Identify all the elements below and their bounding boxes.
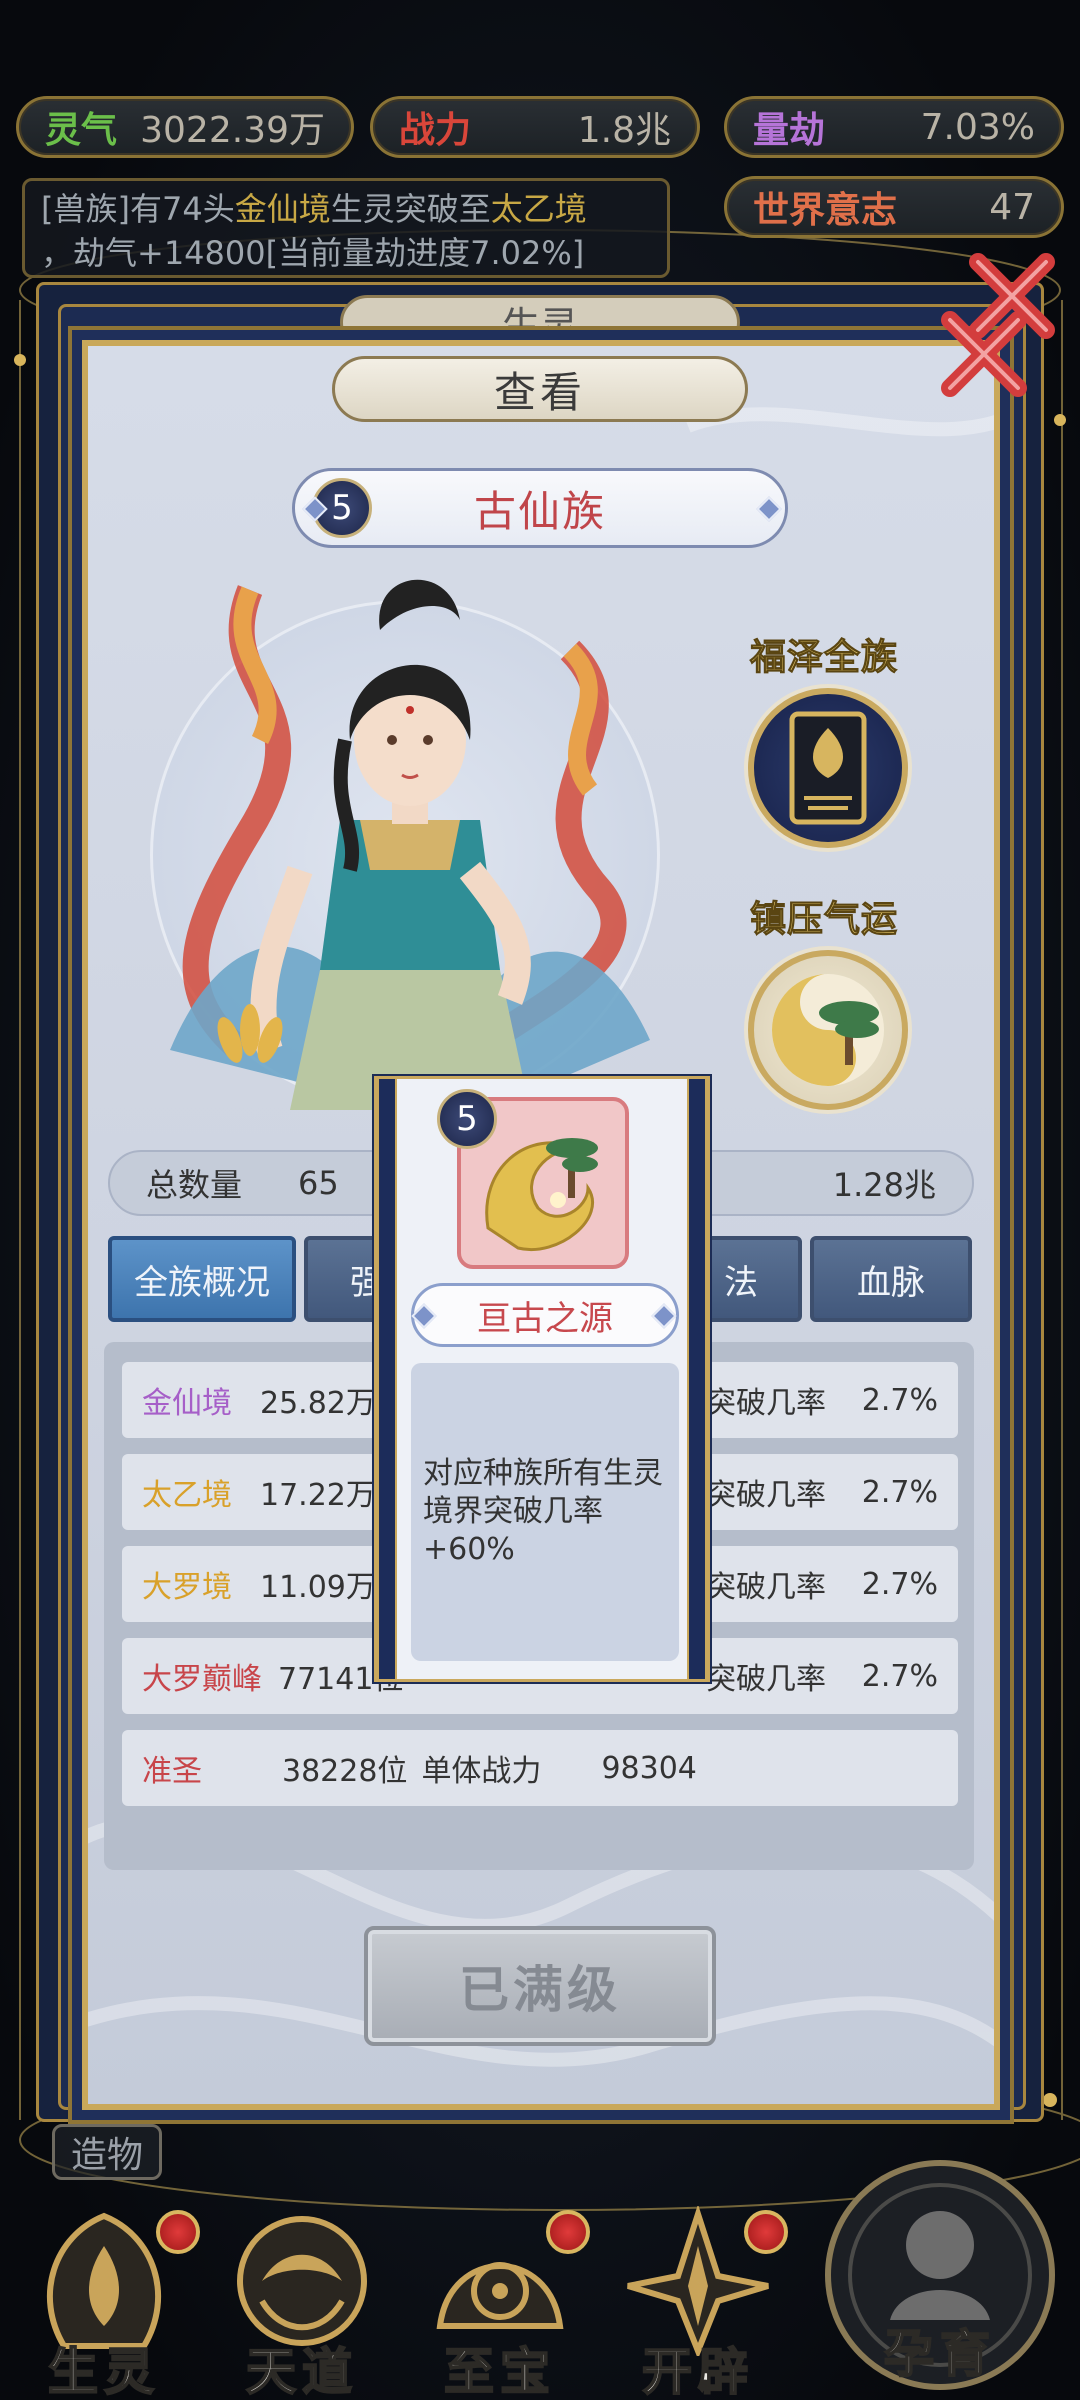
zhanli-stat: 战力 1.8兆 (370, 96, 700, 158)
popup-left-border (377, 1079, 397, 1679)
notice-prefix: [兽族]有74头 (41, 190, 235, 228)
rate-label: 突破几率 (706, 1662, 826, 1697)
lingqi-value: 3022.39万 (140, 110, 325, 151)
tab-bloodline[interactable]: 血脉 (810, 1236, 972, 1322)
notification-dot (156, 2210, 200, 2254)
rate-value: 2.7% (861, 1474, 938, 1510)
lingqi-stat: 灵气 3022.39万 (16, 96, 354, 158)
side-tag-zaowu[interactable]: 造物 (52, 2124, 162, 2180)
nav-label: 天道 (245, 2342, 358, 2400)
skill-zhenya-medal[interactable] (748, 950, 908, 1110)
event-notice: [兽族]有74头金仙境生灵突破至太乙境 ，劫气+14800[当前量劫进度7.02… (22, 178, 670, 278)
rate-value: 2.7% (861, 1566, 938, 1602)
nav-label: 至宝 (443, 2342, 556, 2400)
skill-fuze-medal[interactable] (748, 688, 908, 848)
close-icon[interactable] (936, 306, 1032, 402)
notice-realm-to: 太乙境 (490, 190, 587, 228)
character-portrait (170, 579, 650, 1110)
total-label: 总数量 (146, 1166, 243, 1204)
total-power-value: 1.28兆 (832, 1166, 936, 1204)
gate-emblem-icon (789, 711, 867, 825)
shijie-value: 47 (989, 186, 1035, 228)
power-label: 单体战力 (421, 1754, 542, 1789)
total-value: 65 (298, 1164, 339, 1202)
power-value: 98304 (601, 1750, 697, 1786)
zhanli-value: 1.8兆 (577, 110, 671, 151)
realm-name: 准圣 (142, 1754, 202, 1789)
tab-overview[interactable]: 全族概况 (108, 1236, 296, 1322)
nav-tiandao[interactable]: 天道 (212, 2206, 392, 2400)
nav-yunyu[interactable]: 孕育 (820, 2150, 1060, 2400)
nav-label: 孕育 (883, 2324, 996, 2384)
pine-yinyang-icon (772, 974, 884, 1086)
liangjie-stat: 量劫 7.03% (724, 96, 1064, 158)
lingqi-label: 灵气 (45, 110, 118, 151)
table-row: 准圣 38228位 单体战力 98304 (122, 1730, 958, 1806)
skill-description: 对应种族所有生灵境界突破几率+60% (411, 1363, 679, 1661)
rate-value: 2.7% (861, 1382, 938, 1418)
liangjie-value: 7.03% (920, 106, 1035, 148)
shijie-label: 世界意志 (753, 190, 898, 231)
side-skill-title-1: 福泽全族 (749, 637, 899, 679)
liangjie-label: 量劫 (753, 110, 826, 151)
rate-label: 突破几率 (706, 1478, 826, 1513)
notification-dot (546, 2210, 590, 2254)
realm-name: 大罗巅峰 (142, 1662, 262, 1697)
realm-count: 38228位 (282, 1754, 408, 1789)
realm-name: 太乙境 (142, 1478, 232, 1513)
side-skill-title-2: 镇压气运 (749, 899, 899, 941)
race-name: 古仙族 (473, 486, 606, 536)
zhanli-label: 战力 (399, 110, 472, 151)
rate-label: 突破几率 (706, 1570, 826, 1605)
shijie-stat: 世界意志 47 (724, 176, 1064, 238)
nav-label: 生灵 (47, 2342, 160, 2400)
skill-name: 亘古之源 (411, 1283, 679, 1347)
skill-level-badge: 5 (437, 1089, 497, 1149)
realm-name: 大罗境 (142, 1570, 232, 1605)
notice-line2: ，劫气+14800[当前量劫进度7.02%] (41, 234, 585, 272)
notice-mid: 生灵突破至 (330, 190, 491, 228)
max-level-button[interactable]: 已满级 (364, 1926, 716, 2046)
notification-dot (744, 2210, 788, 2254)
rate-value: 2.7% (861, 1658, 938, 1694)
nav-label: 开辟 (641, 2342, 754, 2400)
rate-label: 突破几率 (706, 1386, 826, 1421)
panel-title: 查看 (332, 356, 748, 422)
notice-realm-from: 金仙境 (234, 190, 331, 228)
realm-name: 金仙境 (142, 1386, 232, 1421)
popup-right-border (687, 1079, 707, 1679)
skill-tooltip-popup: 5 亘古之源 对应种族所有生灵境界突破几率+60% (374, 1076, 710, 1682)
